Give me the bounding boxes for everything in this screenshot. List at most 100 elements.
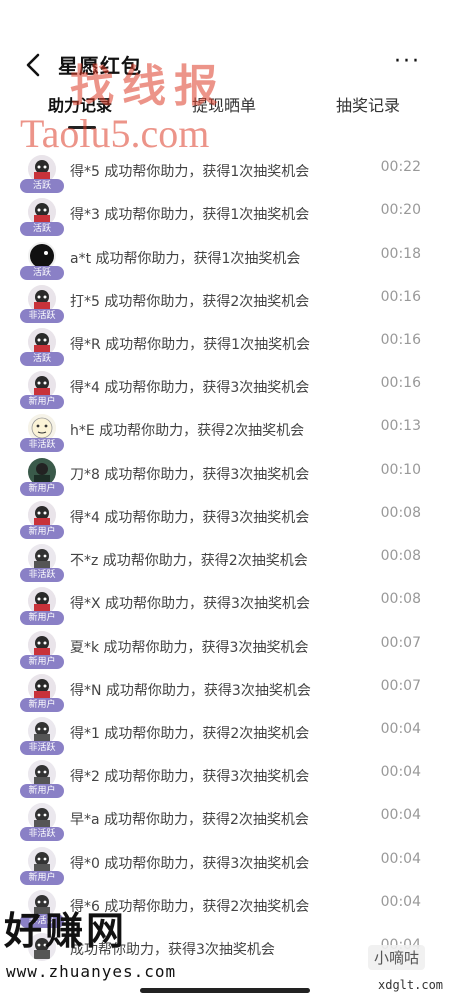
status-badge: 新用户	[20, 525, 64, 539]
list-item[interactable]: 新用户 得*4 成功帮你助力，获得3次抽奖机会 00:16	[0, 371, 449, 414]
record-message: 刀*8 成功帮你助力，获得3次抽奖机会	[70, 467, 310, 483]
record-time: 00:04	[380, 764, 421, 780]
record-message: 得*5 成功帮你助力，获得1次抽奖机会	[70, 164, 310, 180]
status-badge: 新用户	[20, 784, 64, 798]
record-time: 00:16	[380, 289, 421, 305]
record-time: 00:07	[380, 635, 421, 651]
list-item[interactable]: 非活跃 打*5 成功帮你助力，获得2次抽奖机会 00:16	[0, 285, 449, 328]
list-item[interactable]: 非活跃 早*a 成功帮你助力，获得2次抽奖机会 00:04	[0, 803, 449, 846]
back-button[interactable]	[22, 50, 46, 80]
avatar-container: 活跃	[20, 198, 64, 238]
list-item[interactable]: 新用户 得*2 成功帮你助力，获得3次抽奖机会 00:04	[0, 760, 449, 803]
tab-assist-records[interactable]: 助力记录	[48, 92, 112, 116]
tab-bar: 助力记录 提现晒单 抽奖记录	[0, 92, 449, 132]
record-time: 00:08	[380, 591, 421, 607]
list-item[interactable]: 活跃 得*5 成功帮你助力，获得1次抽奖机会 00:22	[0, 155, 449, 198]
avatar-container: 新用户	[20, 501, 64, 541]
list-item[interactable]: 活跃 a*t 成功帮你助力，获得1次抽奖机会 00:18	[0, 242, 449, 285]
list-item[interactable]: 非活跃 得*6 成功帮你助力，获得2次抽奖机会 00:04	[0, 890, 449, 933]
list-item[interactable]: 成功帮你助力，获得3次抽奖机会 00:04	[0, 933, 449, 976]
status-badge: 新用户	[20, 698, 64, 712]
more-options-button[interactable]: ···	[394, 50, 421, 74]
avatar-container: 非活跃	[20, 890, 64, 930]
record-message: 成功帮你助力，获得3次抽奖机会	[70, 942, 275, 958]
avatar-container: 活跃	[20, 328, 64, 368]
record-message: 得*R 成功帮你助力，获得1次抽奖机会	[70, 337, 311, 353]
status-badge: 非活跃	[20, 741, 64, 755]
avatar-container: 新用户	[20, 587, 64, 627]
record-message: 得*1 成功帮你助力，获得2次抽奖机会	[70, 726, 310, 742]
avatar-container: 非活跃	[20, 717, 64, 757]
status-badge: 活跃	[20, 179, 64, 193]
avatar-container: 新用户	[20, 371, 64, 411]
avatar-container: 非活跃	[20, 544, 64, 584]
avatar-container: 新用户	[20, 847, 64, 887]
avatar-container	[26, 933, 58, 973]
list-item[interactable]: 新用户 得*X 成功帮你助力，获得3次抽奖机会 00:08	[0, 587, 449, 630]
record-message: 得*2 成功帮你助力，获得3次抽奖机会	[70, 769, 310, 785]
home-indicator[interactable]	[140, 988, 310, 993]
record-time: 00:18	[380, 246, 421, 262]
record-message: 得*6 成功帮你助力，获得2次抽奖机会	[70, 899, 310, 915]
list-item[interactable]: 活跃 得*R 成功帮你助力，获得1次抽奖机会 00:16	[0, 328, 449, 371]
status-badge: 活跃	[20, 352, 64, 366]
status-badge: 非活跃	[20, 309, 64, 323]
avatar-container: 非活跃	[20, 414, 64, 454]
list-item[interactable]: 新用户 得*N 成功帮你助力，获得3次抽奖机会 00:07	[0, 674, 449, 717]
tab-lottery-records[interactable]: 抽奖记录	[336, 92, 400, 116]
record-message: 早*a 成功帮你助力，获得2次抽奖机会	[70, 812, 309, 828]
record-time: 00:04	[380, 721, 421, 737]
tab-withdraw-showcase[interactable]: 提现晒单	[192, 92, 256, 116]
status-badge: 非活跃	[20, 568, 64, 582]
record-message: 得*3 成功帮你助力，获得1次抽奖机会	[70, 207, 310, 223]
record-time: 00:22	[380, 159, 421, 175]
list-item[interactable]: 新用户 夏*k 成功帮你助力，获得3次抽奖机会 00:07	[0, 631, 449, 674]
record-message: a*t 成功帮你助力，获得1次抽奖机会	[70, 251, 301, 267]
list-item[interactable]: 新用户 得*4 成功帮你助力，获得3次抽奖机会 00:08	[0, 501, 449, 544]
record-time: 00:13	[380, 418, 421, 434]
status-badge: 新用户	[20, 611, 64, 625]
status-badge: 新用户	[20, 395, 64, 409]
list-item[interactable]: 非活跃 h*E 成功帮你助力，获得2次抽奖机会 00:13	[0, 414, 449, 457]
record-time: 00:16	[380, 332, 421, 348]
record-message: 得*N 成功帮你助力，获得3次抽奖机会	[70, 683, 311, 699]
list-item[interactable]: 新用户 得*0 成功帮你助力，获得3次抽奖机会 00:04	[0, 847, 449, 890]
record-message: 夏*k 成功帮你助力，获得3次抽奖机会	[70, 640, 309, 656]
active-tab-indicator	[68, 126, 96, 129]
record-time: 00:08	[380, 548, 421, 564]
record-time: 00:16	[380, 375, 421, 391]
record-time: 00:10	[380, 462, 421, 478]
record-message: 得*4 成功帮你助力，获得3次抽奖机会	[70, 510, 310, 526]
status-badge: 活跃	[20, 266, 64, 280]
avatar[interactable]	[28, 933, 56, 961]
status-badge: 新用户	[20, 482, 64, 496]
record-message: 打*5 成功帮你助力，获得2次抽奖机会	[70, 294, 310, 310]
avatar-container: 新用户	[20, 631, 64, 671]
list-item[interactable]: 新用户 刀*8 成功帮你助力，获得3次抽奖机会 00:10	[0, 458, 449, 501]
list-item[interactable]: 非活跃 得*1 成功帮你助力，获得2次抽奖机会 00:04	[0, 717, 449, 760]
avatar-container: 新用户	[20, 674, 64, 714]
chevron-left-icon	[26, 53, 40, 77]
avatar-container: 活跃	[20, 242, 64, 282]
record-message: 不*z 成功帮你助力，获得2次抽奖机会	[70, 553, 308, 569]
record-message: 得*4 成功帮你助力，获得3次抽奖机会	[70, 380, 310, 396]
status-badge: 新用户	[20, 871, 64, 885]
list-item[interactable]: 非活跃 不*z 成功帮你助力，获得2次抽奖机会 00:08	[0, 544, 449, 587]
avatar-container: 活跃	[20, 155, 64, 195]
avatar-container: 非活跃	[20, 285, 64, 325]
status-badge: 非活跃	[20, 914, 64, 928]
record-time: 00:04	[380, 807, 421, 823]
record-time: 00:08	[380, 505, 421, 521]
status-badge: 非活跃	[20, 438, 64, 452]
avatar-container: 非活跃	[20, 803, 64, 843]
record-time: 00:04	[380, 894, 421, 910]
record-time: 00:20	[380, 202, 421, 218]
record-message: 得*X 成功帮你助力，获得3次抽奖机会	[70, 596, 310, 612]
page-title: 星愿红包	[58, 54, 142, 78]
list-item[interactable]: 活跃 得*3 成功帮你助力，获得1次抽奖机会 00:20	[0, 198, 449, 241]
record-message: h*E 成功帮你助力，获得2次抽奖机会	[70, 423, 305, 439]
assist-record-list[interactable]: 活跃 得*5 成功帮你助力，获得1次抽奖机会 00:22 活跃 得*3 成功帮你助力，获…	[0, 110, 449, 1000]
status-badge: 非活跃	[20, 827, 64, 841]
record-time: 00:04	[380, 851, 421, 867]
app-header: 星愿红包 ··· 助力记录 提现晒单 抽奖记录	[0, 0, 449, 135]
